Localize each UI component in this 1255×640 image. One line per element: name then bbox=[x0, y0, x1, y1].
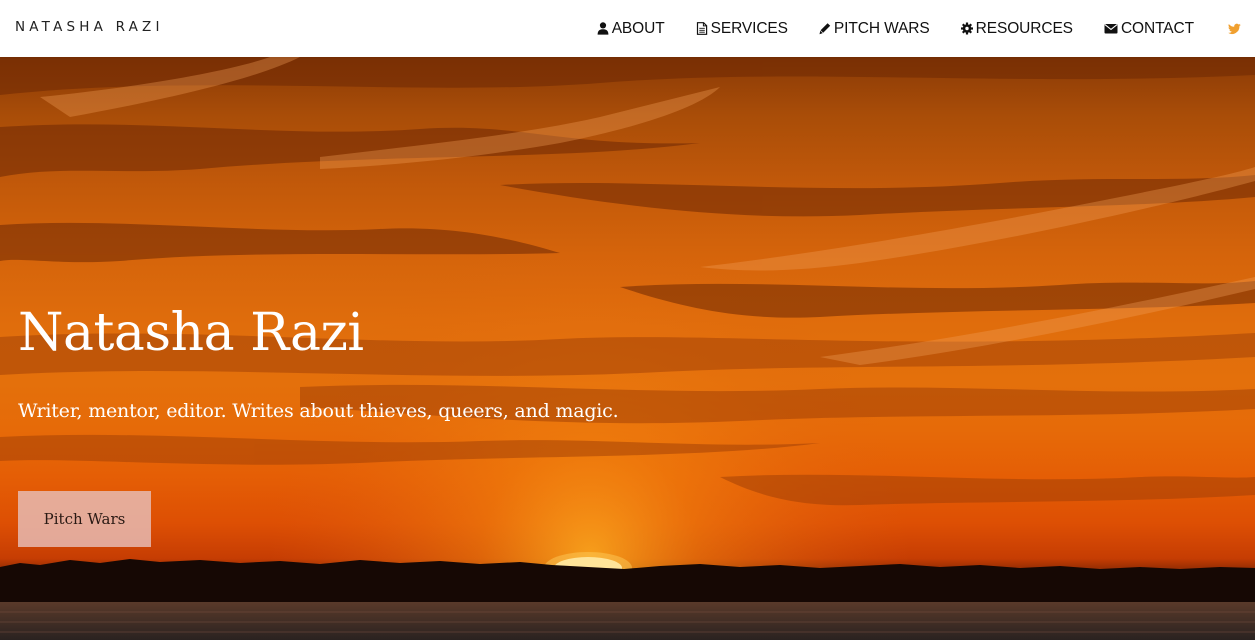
nav-contact-label: CONTACT bbox=[1120, 19, 1194, 37]
hero-subtitle: Writer, mentor, editor. Writes about thi… bbox=[18, 400, 619, 422]
nav-contact[interactable]: CONTACT bbox=[1104, 20, 1194, 38]
hero: Natasha Razi Writer, mentor, editor. Wri… bbox=[0, 57, 1255, 640]
nav-twitter[interactable] bbox=[1228, 23, 1241, 35]
nav-links: ABOUT SERVICES PITCH WARS RESOURCES CONT… bbox=[597, 0, 1241, 57]
gear-icon bbox=[960, 22, 973, 35]
user-icon bbox=[597, 22, 609, 35]
nav-about[interactable]: ABOUT bbox=[597, 20, 665, 38]
nav-services-label: SERVICES bbox=[710, 19, 788, 37]
nav-resources-label: RESOURCES bbox=[975, 19, 1073, 37]
pencil-icon bbox=[819, 23, 831, 35]
site-brand[interactable]: NATASHA RAZI bbox=[15, 19, 164, 35]
navbar: NATASHA RAZI ABOUT SERVICES PITCH WARS R… bbox=[0, 0, 1255, 57]
envelope-icon bbox=[1104, 24, 1118, 34]
nav-about-label: ABOUT bbox=[611, 19, 665, 37]
document-icon bbox=[696, 22, 707, 35]
nav-pitch-wars[interactable]: PITCH WARS bbox=[819, 20, 930, 38]
nav-pitch-wars-label: PITCH WARS bbox=[833, 19, 930, 37]
nav-resources[interactable]: RESOURCES bbox=[960, 19, 1073, 38]
pitch-wars-button[interactable]: Pitch Wars bbox=[18, 491, 151, 547]
twitter-icon bbox=[1228, 23, 1241, 34]
hero-title: Natasha Razi bbox=[18, 303, 364, 363]
nav-services[interactable]: SERVICES bbox=[696, 20, 788, 38]
